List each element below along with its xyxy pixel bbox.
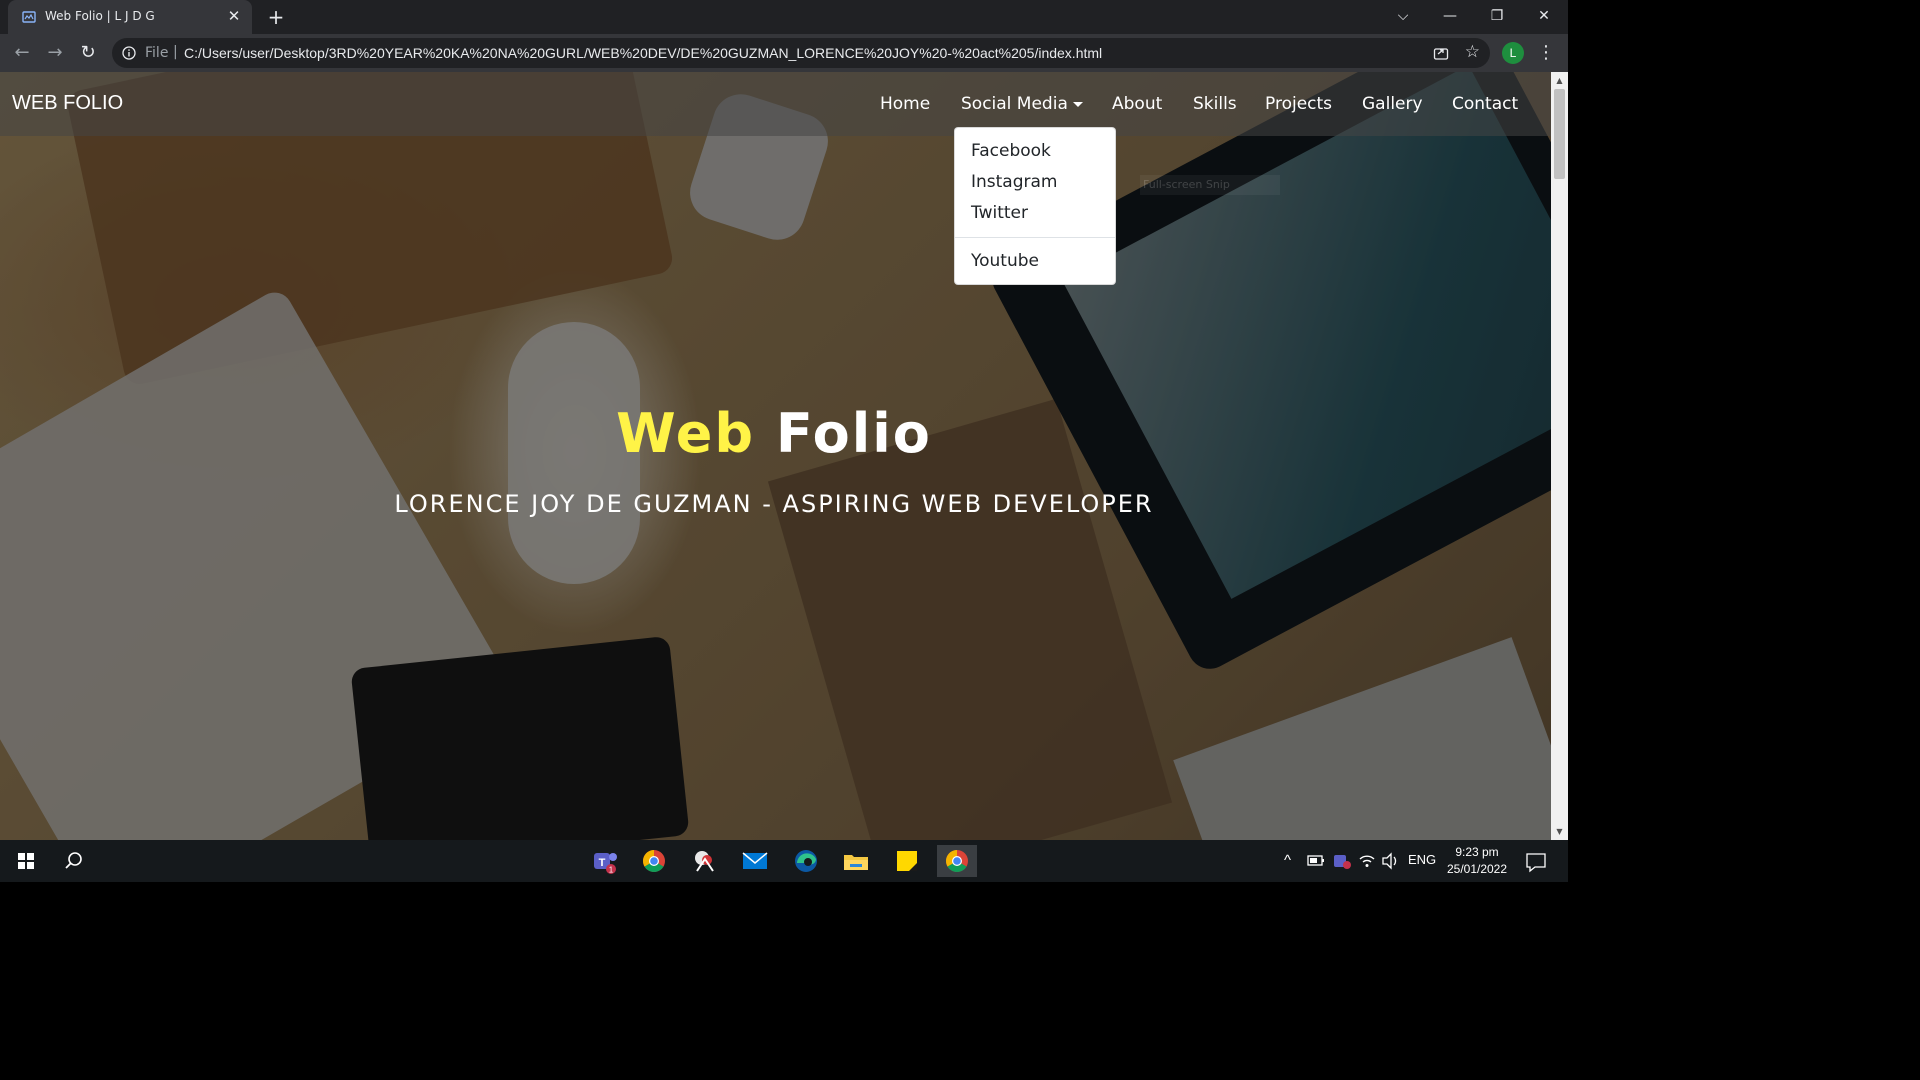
minimize-button[interactable]: — [1427, 0, 1473, 34]
forward-button[interactable]: → [43, 41, 67, 65]
dropdown-item-instagram[interactable]: Instagram [971, 172, 1058, 192]
hero-title-folio: Folio [775, 402, 932, 465]
volume-icon[interactable] [1376, 845, 1406, 877]
scrollbar-thumb[interactable] [1554, 89, 1565, 179]
hero-title: Web Folio [0, 402, 1548, 465]
page-viewport: WEB FOLIO Home Social Media About Skills… [0, 72, 1551, 840]
dropdown-item-facebook[interactable]: Facebook [971, 141, 1051, 161]
bookmark-star-icon[interactable]: ☆ [1465, 42, 1480, 62]
url-text[interactable]: C:/Users/user/Desktop/3RD%20YEAR%20KA%20… [184, 45, 1102, 61]
chrome-active-icon[interactable] [937, 845, 977, 877]
windows-start-icon[interactable] [6, 845, 46, 877]
svg-text:T: T [599, 857, 606, 869]
teams-icon[interactable]: T 1 [584, 845, 624, 877]
windows-taskbar: T 1 ^ ENG 9:23 pm 25/01/2022 [0, 840, 1568, 882]
nav-about[interactable]: About [1112, 94, 1162, 114]
file-explorer-icon[interactable] [836, 845, 876, 877]
new-tab-button[interactable]: + [264, 5, 288, 29]
browser-menu-icon[interactable]: ⋮ [1536, 42, 1556, 64]
dropdown-item-youtube[interactable]: Youtube [971, 251, 1039, 271]
back-button[interactable]: ← [10, 41, 34, 65]
restore-button[interactable]: ❐ [1474, 0, 1520, 34]
tab-title: Web Folio | L J D G [45, 9, 155, 23]
clock-date: 25/01/2022 [1446, 862, 1508, 876]
hero-title-web: Web [616, 402, 756, 465]
hero-subtitle: LORENCE JOY DE GUZMAN - ASPIRING WEB DEV… [394, 490, 1154, 518]
url-separator: | [173, 44, 178, 60]
nav-gallery[interactable]: Gallery [1362, 94, 1423, 114]
nav-skills[interactable]: Skills [1193, 94, 1237, 114]
tab-close-icon[interactable]: ✕ [224, 6, 244, 26]
reload-button[interactable]: ↻ [76, 41, 100, 65]
taskbar-clock[interactable]: 9:23 pm 25/01/2022 [1440, 844, 1514, 878]
nav-home[interactable]: Home [880, 94, 930, 114]
clock-time: 9:23 pm [1455, 845, 1499, 859]
browser-tab-strip: Web Folio | L J D G ✕ + ⌵ — ❐ ✕ [0, 0, 1568, 34]
caret-down-icon [1072, 101, 1083, 107]
nav-contact[interactable]: Contact [1452, 94, 1518, 114]
profile-avatar[interactable]: L [1502, 42, 1524, 64]
scroll-up-arrow-icon[interactable]: ▲ [1551, 72, 1568, 89]
nav-projects[interactable]: Projects [1265, 94, 1332, 114]
scroll-down-arrow-icon[interactable]: ▼ [1551, 823, 1568, 840]
nav-social-media[interactable]: Social Media [961, 94, 1083, 114]
browser-tab[interactable]: Web Folio | L J D G ✕ [8, 0, 252, 34]
page-scrollbar[interactable]: ▲ ▼ [1551, 72, 1568, 840]
snip-hint: Full-screen Snip [1140, 175, 1280, 195]
address-bar[interactable]: File | C:/Users/user/Desktop/3RD%20YEAR%… [112, 38, 1490, 68]
social-media-dropdown: Facebook Instagram Twitter Youtube [954, 127, 1116, 285]
mail-icon[interactable] [735, 845, 775, 877]
chrome-icon[interactable] [634, 845, 674, 877]
dropdown-item-twitter[interactable]: Twitter [971, 203, 1028, 223]
sticky-notes-icon[interactable] [887, 845, 927, 877]
site-brand[interactable]: WEB FOLIO [12, 92, 123, 115]
teams-badge: 1 [609, 866, 614, 875]
search-icon[interactable] [54, 845, 94, 877]
snipping-tool-icon[interactable] [685, 845, 725, 877]
tab-search-button[interactable]: ⌵ [1380, 0, 1426, 34]
site-navbar: WEB FOLIO Home Social Media About Skills… [0, 72, 1551, 136]
notifications-icon[interactable] [1516, 845, 1556, 877]
tray-chevron-up-icon[interactable]: ^ [1284, 852, 1291, 869]
site-info-icon[interactable] [122, 46, 136, 60]
share-icon[interactable] [1432, 44, 1450, 62]
language-indicator[interactable]: ENG [1408, 852, 1436, 867]
nav-social-media-label: Social Media [961, 94, 1068, 114]
dropdown-divider [955, 237, 1115, 238]
site-favicon-icon [22, 11, 36, 23]
browser-toolbar: ← → ↻ File | C:/Users/user/Desktop/3RD%2… [0, 34, 1568, 72]
edge-icon[interactable] [786, 845, 826, 877]
close-window-button[interactable]: ✕ [1521, 0, 1567, 34]
url-scheme: File [145, 45, 169, 61]
